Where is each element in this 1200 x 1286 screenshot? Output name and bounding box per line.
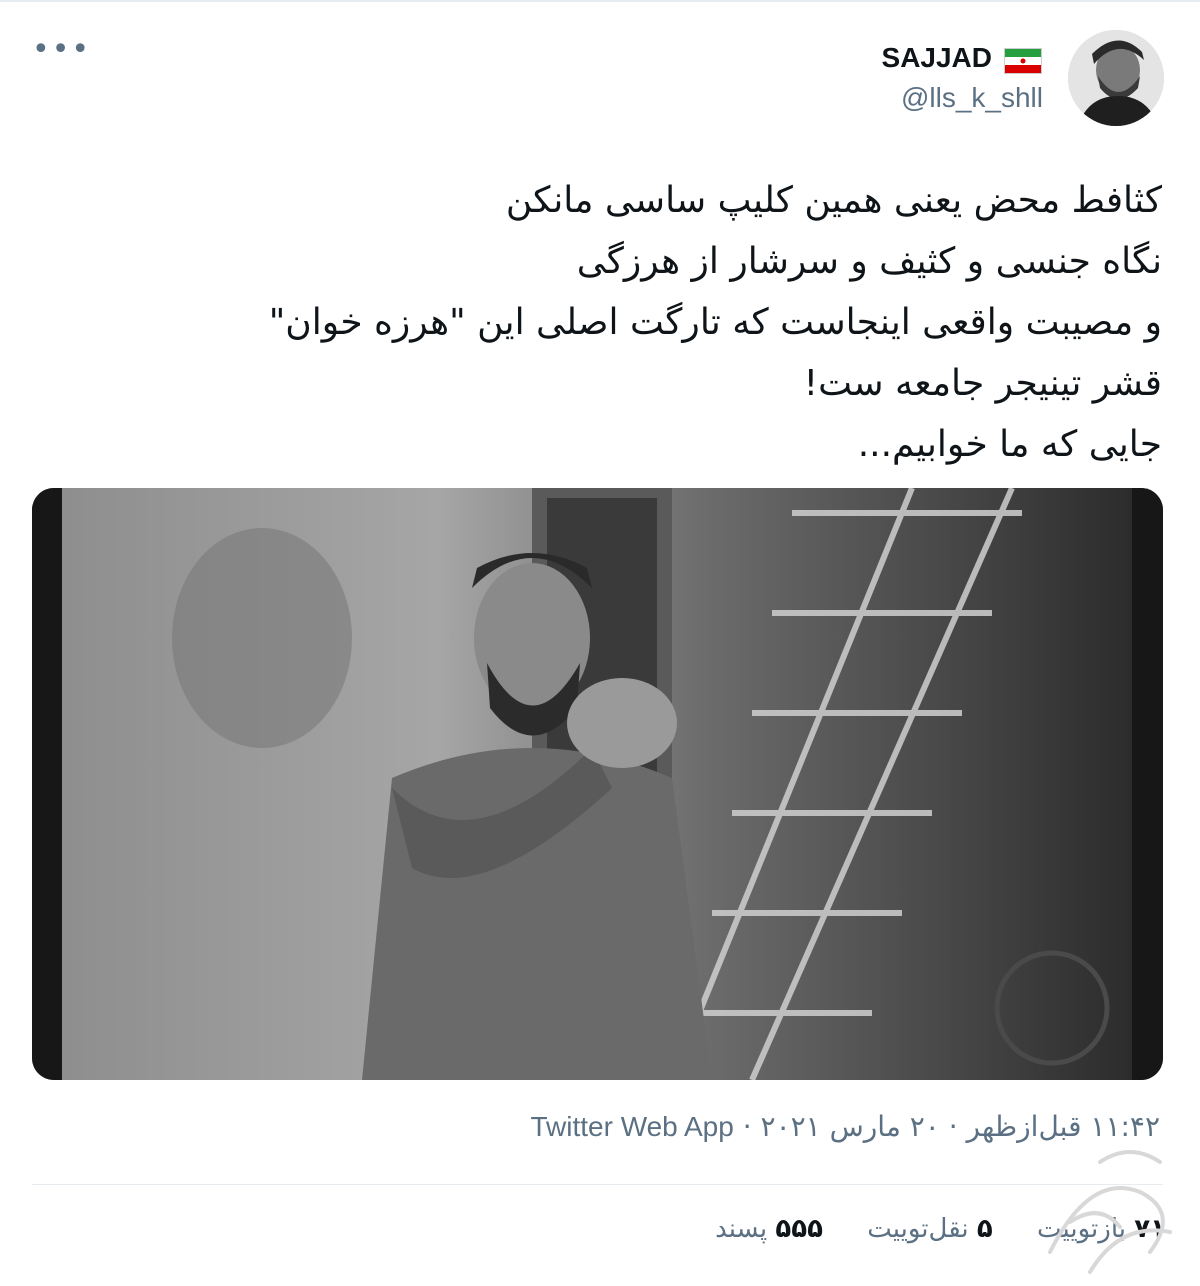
likes-label: پسند (715, 1214, 768, 1244)
tweet-line: و مصیبت واقعی اینجاست که تارگت اصلی این … (268, 302, 1162, 343)
author-display-name[interactable]: SAJJAD (882, 42, 992, 74)
tweet-text: کثافط محض یعنی همین کلیپ ساسی مانکن نگاه… (32, 170, 1162, 475)
tweet-source[interactable]: Twitter Web App (530, 1111, 733, 1142)
quotes-stat[interactable]: ۵ نقل‌توییت (867, 1214, 993, 1244)
watermark-logo (1030, 1132, 1200, 1282)
meta-separator: · (948, 1110, 958, 1143)
tweet-line: نگاه جنسی و کثیف و سرشار از هرزگی (576, 241, 1162, 282)
author-handle[interactable]: @lls_k_shll (901, 82, 1043, 114)
likes-stat[interactable]: ۵۵۵ پسند (715, 1214, 823, 1244)
iran-flag-icon (1004, 48, 1042, 74)
tweet-line: قشر تینیجر جامعه ست! (803, 363, 1162, 404)
tweet-line: جایی که ما خوابیم... (857, 424, 1162, 465)
meta-separator: · (742, 1110, 752, 1143)
more-options-icon[interactable]: ••• (32, 35, 91, 65)
tweet-date[interactable]: ۲۰ مارس ۲۰۲۱ (761, 1110, 940, 1143)
likes-count: ۵۵۵ (775, 1214, 823, 1244)
quotes-count: ۵ (976, 1214, 993, 1244)
quotes-label: نقل‌توییت (867, 1214, 969, 1244)
tweet-line: کثافط محض یعنی همین کلیپ ساسی مانکن (505, 180, 1162, 221)
avatar[interactable] (1068, 30, 1164, 126)
divider (32, 1184, 1163, 1185)
tweet-media-video[interactable] (32, 488, 1163, 1080)
tweet-card: ••• SAJJAD @lls_k_shll کثافط محض یعنی هم… (0, 0, 1200, 1280)
